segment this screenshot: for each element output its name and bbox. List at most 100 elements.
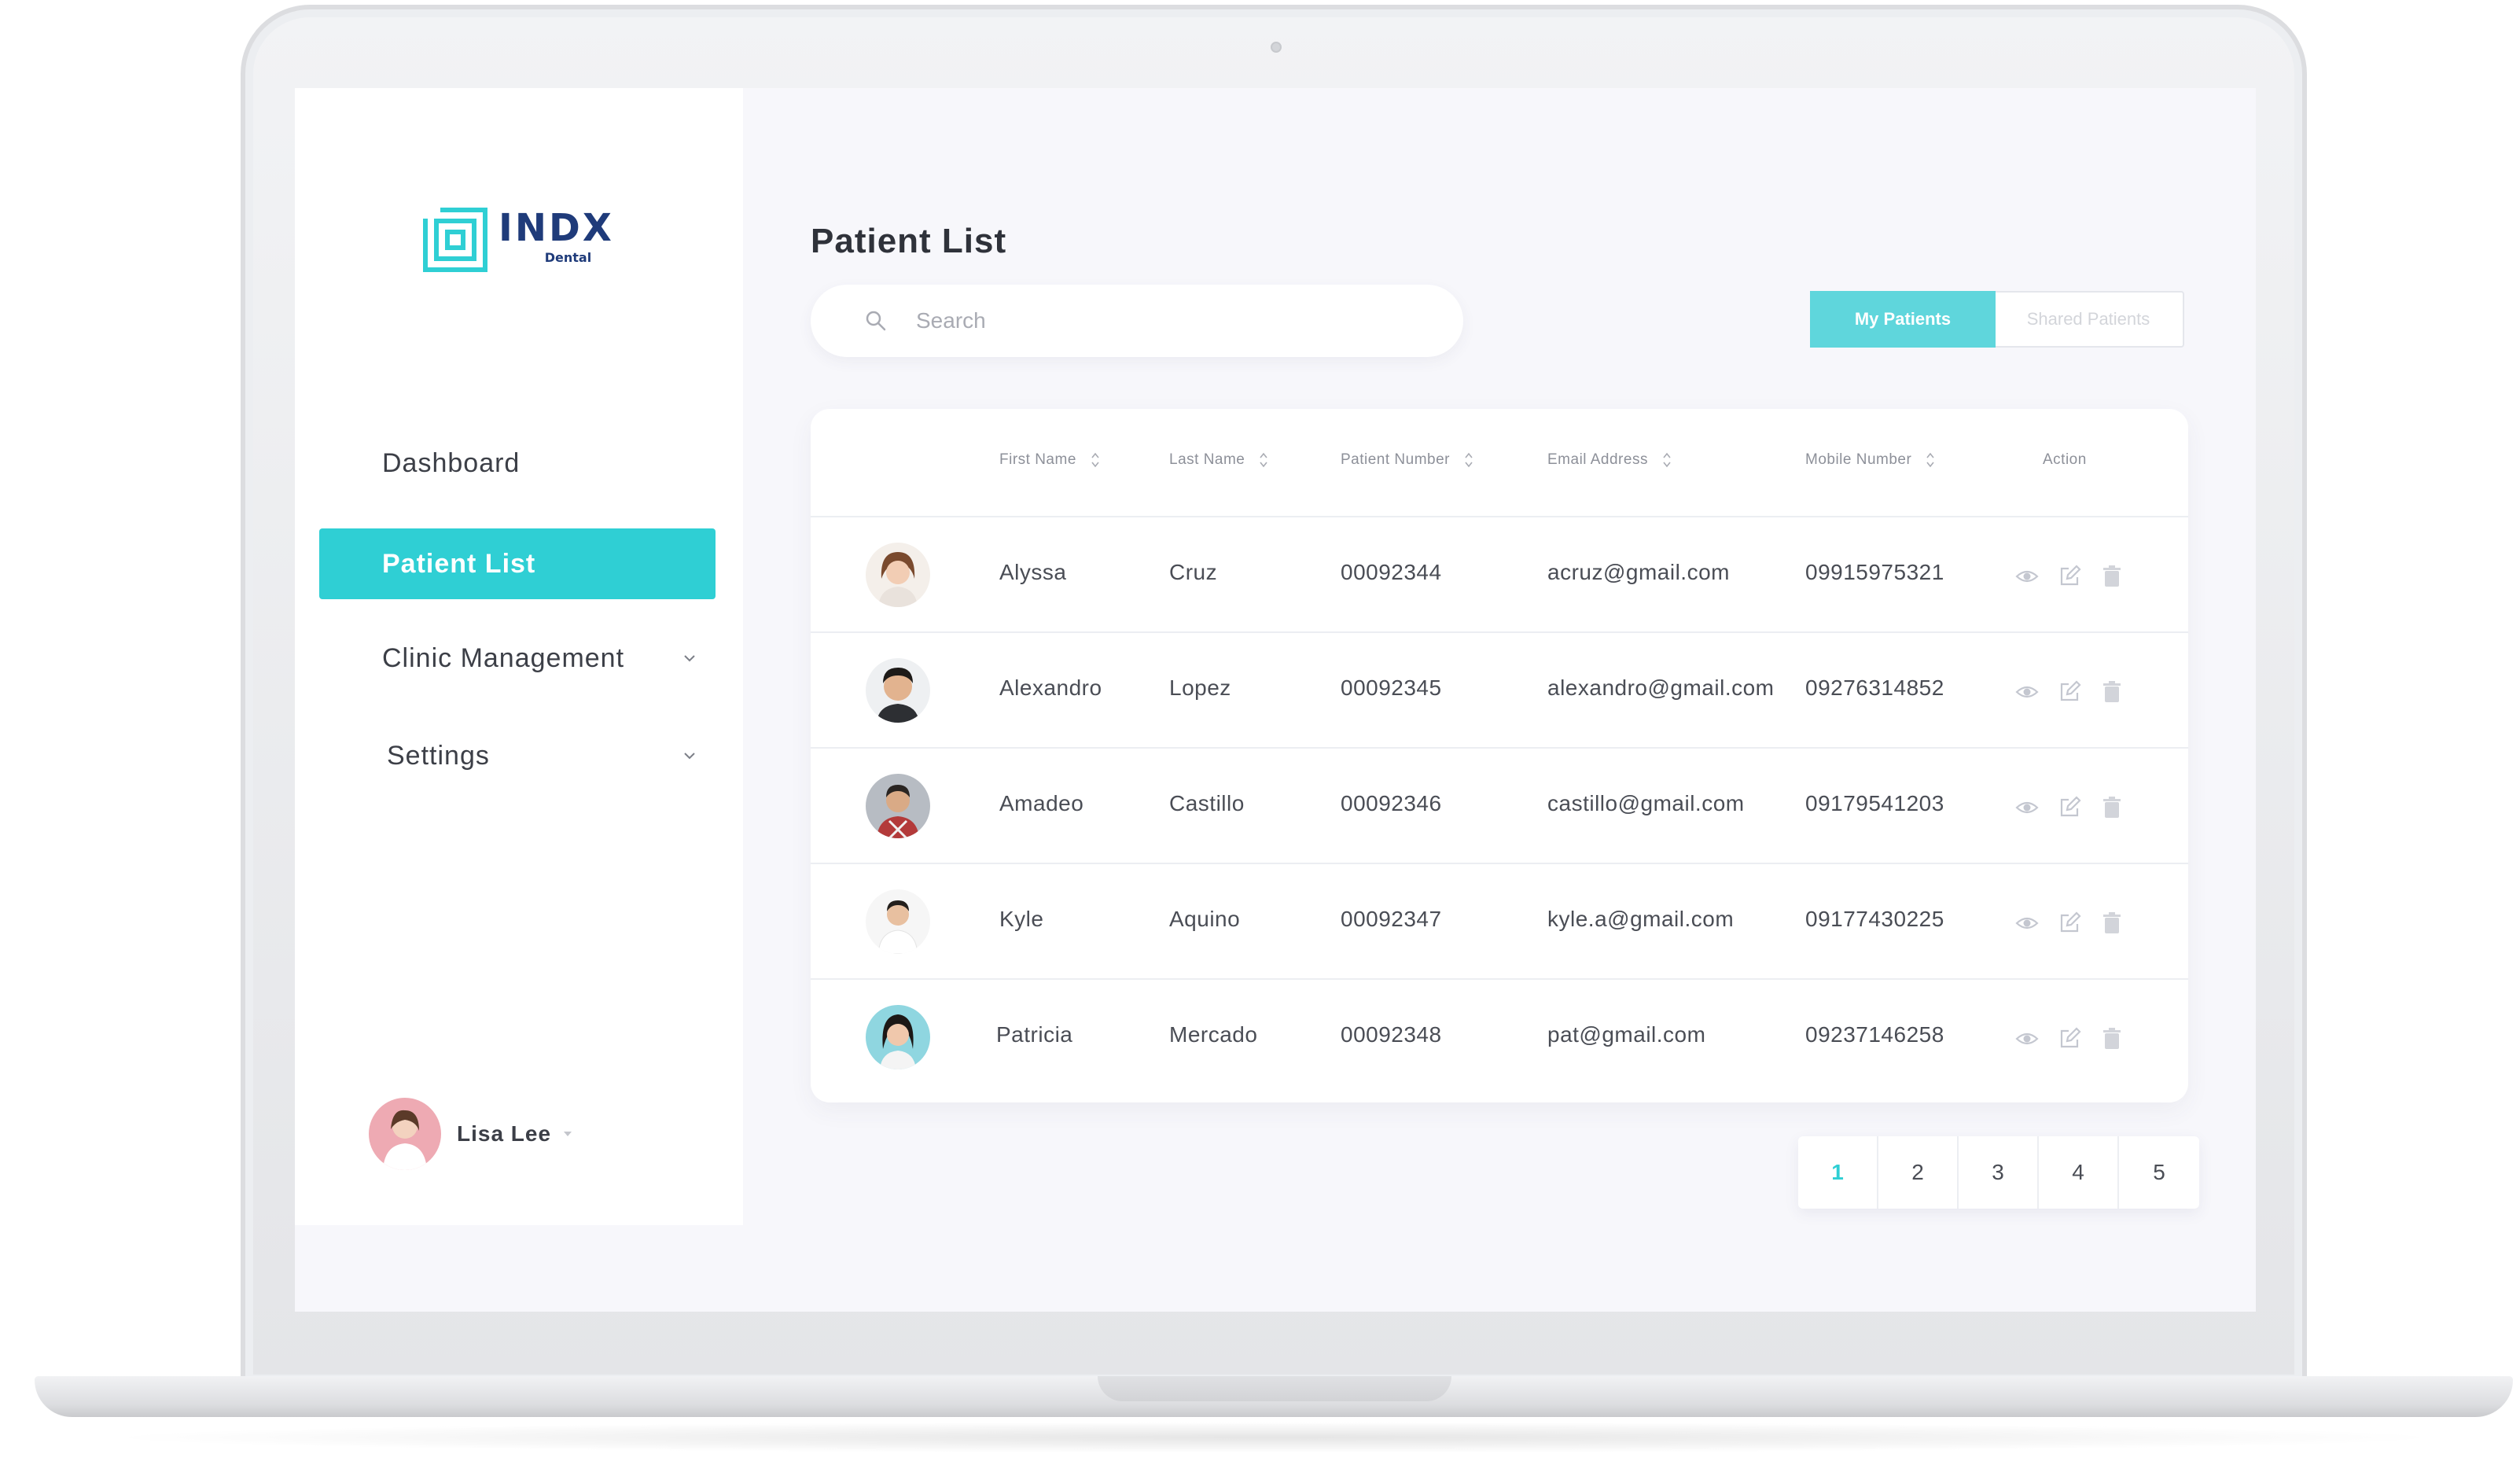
- page-title: Patient List: [811, 222, 1007, 260]
- pagination: 1 2 3 4 5: [1798, 1136, 2199, 1209]
- nav-settings[interactable]: Settings: [319, 720, 716, 791]
- cell-patient-number: 00092348: [1341, 1022, 1442, 1047]
- eye-icon[interactable]: [2015, 911, 2039, 935]
- row-actions: [2015, 680, 2143, 704]
- cell-last-name: Lopez: [1169, 675, 1231, 700]
- sort-icon: [1091, 452, 1099, 468]
- th-mobile-number[interactable]: Mobile Number: [1805, 451, 1935, 469]
- trash-icon[interactable]: [2100, 680, 2124, 704]
- table-row[interactable]: Patricia Mercado 00092348 pat@gmail.com …: [811, 980, 2188, 1095]
- cell-first-name: Alexandro: [999, 675, 1102, 700]
- table-row[interactable]: Alexandro Lopez 00092345 alexandro@gmail…: [811, 633, 2188, 749]
- row-actions: [2015, 1027, 2143, 1051]
- eye-icon[interactable]: [2015, 680, 2039, 704]
- row-actions: [2015, 911, 2143, 935]
- patient-avatar: [866, 543, 930, 607]
- nav-dashboard[interactable]: Dashboard: [319, 428, 716, 499]
- chevron-down-icon: [684, 655, 695, 662]
- eye-icon[interactable]: [2015, 796, 2039, 819]
- trash-icon[interactable]: [2100, 796, 2124, 819]
- edit-icon[interactable]: [2058, 1027, 2081, 1051]
- cell-first-name: Patricia: [996, 1022, 1073, 1047]
- page-button[interactable]: 1: [1798, 1136, 1878, 1209]
- nav-label: Settings: [387, 740, 490, 771]
- page-button[interactable]: 5: [2119, 1136, 2199, 1209]
- row-actions: [2015, 796, 2143, 819]
- logo: INDX Dental: [423, 208, 614, 272]
- cell-email: alexandro@gmail.com: [1547, 675, 1775, 700]
- cell-patient-number: 00092345: [1341, 675, 1442, 700]
- shared-patients-button[interactable]: Shared Patients: [1996, 293, 2181, 346]
- logo-name: INDX: [498, 206, 614, 250]
- sidebar: INDX Dental Dashboard Patient List Clini…: [295, 88, 743, 1225]
- patient-avatar: [866, 1005, 930, 1069]
- trash-icon[interactable]: [2100, 911, 2124, 935]
- search-input[interactable]: [916, 308, 1435, 333]
- table-row[interactable]: Kyle Aquino 00092347 kyle.a@gmail.com 09…: [811, 864, 2188, 980]
- table-row[interactable]: Amadeo Castillo 00092346 castillo@gmail.…: [811, 749, 2188, 864]
- edit-icon[interactable]: [2058, 565, 2081, 588]
- edit-icon[interactable]: [2058, 796, 2081, 819]
- user-name: Lisa Lee: [457, 1121, 552, 1146]
- patient-avatar: [866, 774, 930, 838]
- cell-mobile: 09179541203: [1805, 791, 1944, 815]
- laptop-shadow: [94, 1422, 2453, 1453]
- my-patients-button[interactable]: My Patients: [1810, 291, 1996, 348]
- th-action: Action: [2043, 451, 2087, 468]
- cell-mobile: 09237146258: [1805, 1022, 1944, 1047]
- cell-email: acruz@gmail.com: [1547, 560, 1730, 584]
- nav-patient-list[interactable]: Patient List: [319, 528, 716, 599]
- user-menu[interactable]: Lisa Lee: [369, 1098, 573, 1170]
- page-button[interactable]: 4: [2039, 1136, 2119, 1209]
- edit-icon[interactable]: [2058, 911, 2081, 935]
- row-actions: [2015, 565, 2143, 588]
- cell-mobile: 09276314852: [1805, 675, 1944, 700]
- nav-clinic-management[interactable]: Clinic Management: [319, 623, 716, 694]
- search-bar[interactable]: [811, 285, 1463, 357]
- app-screen: INDX Dental Dashboard Patient List Clini…: [295, 88, 2256, 1312]
- eye-icon[interactable]: [2015, 565, 2039, 588]
- avatar: [369, 1098, 441, 1170]
- cell-first-name: Amadeo: [999, 791, 1084, 815]
- cell-email: castillo@gmail.com: [1547, 791, 1745, 815]
- table-row[interactable]: Alyssa Cruz 00092344 acruz@gmail.com 099…: [811, 517, 2188, 633]
- page-button[interactable]: 3: [1959, 1136, 2039, 1209]
- cell-email: pat@gmail.com: [1547, 1022, 1706, 1047]
- cell-last-name: Castillo: [1169, 791, 1245, 815]
- logo-subtitle: Dental: [544, 250, 592, 265]
- patient-scope-toggle: My Patients Shared Patients: [1810, 291, 2184, 348]
- patient-avatar: [866, 658, 930, 723]
- chevron-down-icon: [684, 753, 695, 760]
- trash-icon[interactable]: [2100, 1027, 2124, 1051]
- laptop-notch: [1098, 1376, 1451, 1401]
- table-header: First Name Last Name Patient Number Emai…: [811, 409, 2188, 517]
- cell-patient-number: 00092347: [1341, 907, 1442, 931]
- th-last-name[interactable]: Last Name: [1169, 451, 1268, 469]
- nav-label: Patient List: [382, 548, 536, 579]
- cell-email: kyle.a@gmail.com: [1547, 907, 1735, 931]
- sort-icon: [1465, 452, 1473, 468]
- edit-icon[interactable]: [2058, 680, 2081, 704]
- patient-table: First Name Last Name Patient Number Emai…: [811, 409, 2188, 1102]
- th-patient-number[interactable]: Patient Number: [1341, 451, 1473, 469]
- th-email-address[interactable]: Email Address: [1547, 451, 1672, 469]
- cell-patient-number: 00092344: [1341, 560, 1442, 584]
- search-icon: [866, 311, 886, 331]
- eye-icon[interactable]: [2015, 1027, 2039, 1051]
- trash-icon[interactable]: [2100, 565, 2124, 588]
- nav-label: Dashboard: [382, 447, 521, 478]
- cell-last-name: Aquino: [1169, 907, 1241, 931]
- nav-label: Clinic Management: [382, 642, 625, 673]
- cell-first-name: Kyle: [999, 907, 1044, 931]
- caret-down-icon: [564, 1132, 572, 1136]
- cell-first-name: Alyssa: [999, 560, 1067, 584]
- cell-mobile: 09177430225: [1805, 907, 1944, 931]
- patient-avatar: [866, 889, 930, 954]
- camera: [1271, 42, 1282, 53]
- page-button[interactable]: 2: [1878, 1136, 1959, 1209]
- cell-last-name: Mercado: [1169, 1022, 1258, 1047]
- sort-icon: [1663, 452, 1671, 468]
- sort-icon: [1926, 452, 1934, 468]
- th-first-name[interactable]: First Name: [999, 451, 1100, 469]
- sort-icon: [1260, 452, 1267, 468]
